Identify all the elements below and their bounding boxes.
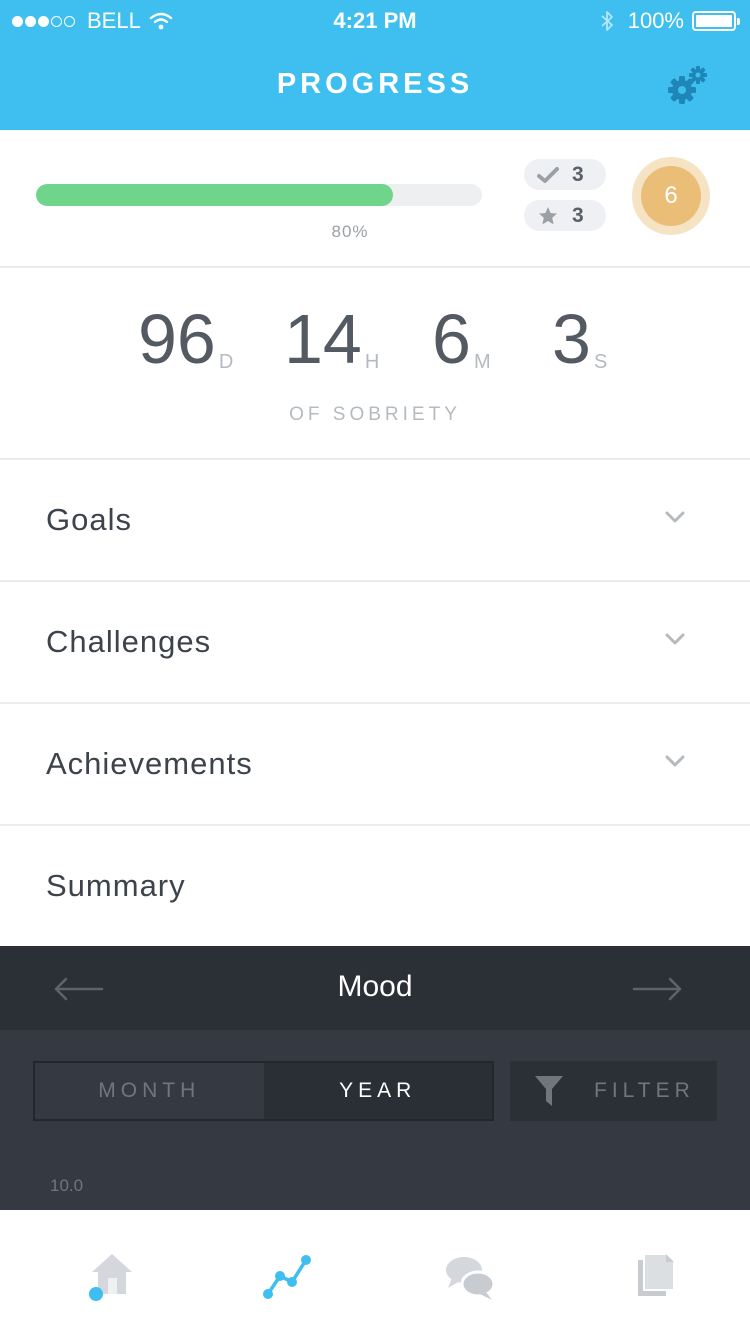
minutes-counter: 6 M — [432, 300, 491, 378]
battery-percent: 100% — [627, 8, 684, 33]
progress-bar-fill — [36, 184, 393, 206]
hours-counter: 14 H — [284, 300, 379, 378]
days-unit: D — [218, 351, 234, 373]
hours-unit: H — [364, 351, 380, 373]
home-icon[interactable] — [84, 1248, 140, 1304]
section-summary[interactable]: Summary — [0, 826, 750, 946]
tab-bar — [0, 1210, 750, 1334]
range-month-option[interactable]: MONTH — [35, 1063, 264, 1119]
document-icon[interactable] — [628, 1248, 684, 1304]
days-value: 96 — [138, 300, 216, 378]
range-toggle: MONTH YEAR — [33, 1061, 494, 1121]
section-label: Goals — [46, 502, 132, 537]
stars-count: 3 — [572, 203, 584, 227]
battery-icon — [692, 11, 740, 31]
section-label: Summary — [46, 868, 186, 903]
range-year-option[interactable]: YEAR — [263, 1063, 492, 1119]
y-axis-max-label: 10.0 — [50, 1176, 84, 1195]
sobriety-caption: OF SOBRIETY — [289, 404, 461, 425]
progress-summary: 80% 3 3 6 — [0, 130, 750, 268]
page-title: PROGRESS — [276, 68, 474, 100]
level-badge[interactable]: 6 — [632, 157, 710, 235]
stars-count-badge[interactable]: 3 — [524, 200, 606, 231]
minutes-unit: M — [473, 351, 491, 373]
section-label: Achievements — [46, 746, 253, 781]
chart-icon[interactable] — [260, 1248, 316, 1304]
chevron-down-icon — [665, 633, 685, 645]
status-bar: BELL 4:21 PM 100% — [0, 0, 750, 40]
seconds-counter: 3 S — [552, 300, 607, 378]
chevron-down-icon — [665, 511, 685, 523]
checkmark-icon — [537, 166, 559, 183]
filter-icon — [535, 1076, 563, 1106]
hours-value: 14 — [284, 300, 362, 378]
progress-bar — [36, 184, 482, 206]
section-goals[interactable]: Goals — [0, 460, 750, 582]
bluetooth-icon — [601, 11, 613, 31]
seconds-unit: S — [593, 351, 608, 373]
section-label: Challenges — [46, 624, 212, 659]
section-achievements[interactable]: Achievements — [0, 704, 750, 826]
filter-button[interactable]: FILTER — [510, 1061, 717, 1121]
filter-label: FILTER — [594, 1079, 695, 1102]
progress-percent: 80% — [331, 222, 369, 241]
chevron-down-icon — [665, 755, 685, 767]
seconds-value: 3 — [552, 300, 591, 378]
mood-header: Mood — [0, 946, 750, 1030]
star-icon — [539, 206, 557, 224]
completed-count: 3 — [572, 162, 584, 186]
chat-icon[interactable] — [442, 1248, 498, 1304]
gear-icon[interactable] — [664, 64, 710, 108]
header-bar: BELL 4:21 PM 100% PROGRESS — [0, 0, 750, 130]
level-number: 6 — [641, 166, 701, 226]
minutes-value: 6 — [432, 300, 471, 378]
mood-chart-panel: MONTH YEAR FILTER 10.0 — [0, 1030, 750, 1210]
arrow-right-icon[interactable] — [632, 974, 684, 1004]
days-counter: 96 D — [138, 300, 233, 378]
completed-count-badge[interactable]: 3 — [524, 159, 606, 190]
sobriety-timer: 96 D 14 H 6 M 3 S OF SOBRIETY — [0, 268, 750, 460]
section-challenges[interactable]: Challenges — [0, 582, 750, 704]
